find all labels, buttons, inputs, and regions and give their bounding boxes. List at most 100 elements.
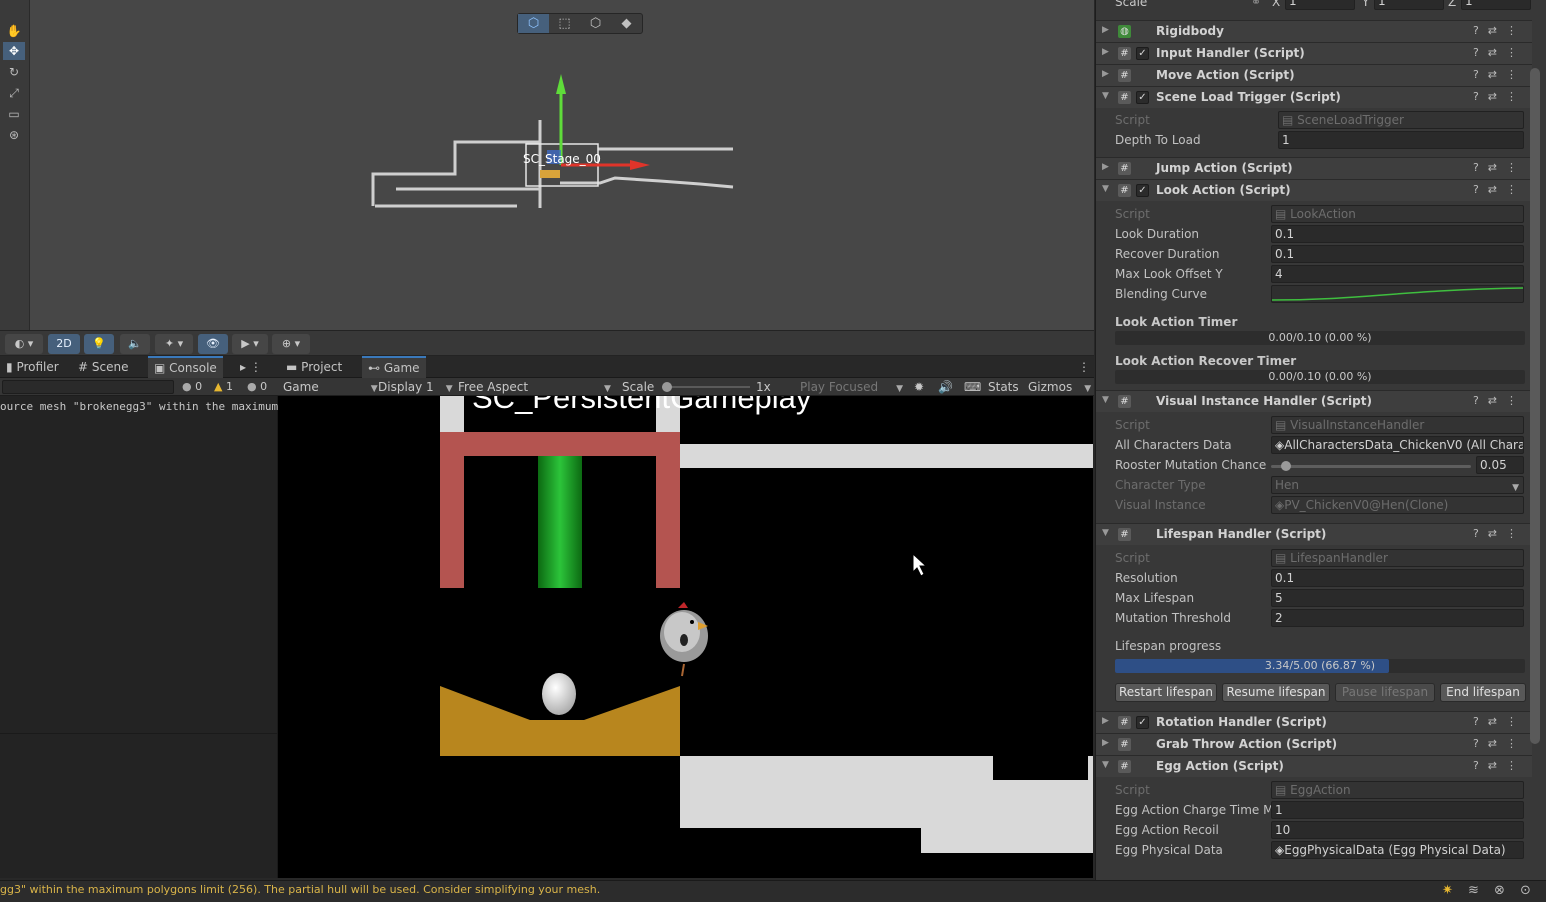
expand-arrow-icon[interactable]: ▶ xyxy=(1102,25,1109,35)
component-scene-load-trigger[interactable]: ▼ # ✓ Scene Load Trigger (Script) ?⇄⋮ xyxy=(1096,86,1532,108)
blending-curve-field[interactable] xyxy=(1271,285,1524,303)
tab-console[interactable]: ▣ Console xyxy=(148,356,223,378)
collapse-arrow-icon[interactable]: ▼ xyxy=(1102,184,1109,194)
collapse-arrow-icon[interactable]: ▼ xyxy=(1102,91,1109,101)
component-move-action[interactable]: ▶ # Move Action (Script) ?⇄⋮ xyxy=(1096,64,1532,86)
egg-script-field[interactable]: ▤ EggAction xyxy=(1271,781,1524,799)
lifespan-script-field[interactable]: ▤ LifespanHandler xyxy=(1271,549,1524,567)
component-actions-icon[interactable]: ?⇄⋮ xyxy=(1473,161,1526,174)
tab-overflow-icon[interactable]: ▸ ⋮ xyxy=(238,356,264,378)
move-tool-icon[interactable]: ✥ xyxy=(3,42,25,60)
component-actions-icon[interactable]: ?⇄⋮ xyxy=(1473,183,1526,196)
stats-button[interactable]: Stats xyxy=(988,378,1019,396)
scale-slider[interactable] xyxy=(662,382,750,392)
display-dropdown[interactable]: Display 1 ▼ xyxy=(378,378,453,396)
resume-lifespan-button[interactable]: Resume lifespan xyxy=(1222,683,1330,702)
mutation-threshold-field[interactable]: 2 xyxy=(1271,609,1524,627)
component-actions-icon[interactable]: ?⇄⋮ xyxy=(1473,90,1526,103)
component-grab-throw-action[interactable]: ▶ # Grab Throw Action (Script) ?⇄⋮ xyxy=(1096,733,1532,755)
rooster-mutation-field[interactable]: 0.05 xyxy=(1476,456,1524,474)
component-actions-icon[interactable]: ?⇄⋮ xyxy=(1473,24,1526,37)
component-look-action[interactable]: ▼ # ✓ Look Action (Script) ?⇄⋮ xyxy=(1096,179,1532,201)
chicken-character[interactable] xyxy=(660,602,708,677)
collapse-arrow-icon[interactable]: ▼ xyxy=(1102,395,1109,405)
component-input-handler[interactable]: ▶ # ✓ Input Handler (Script) ?⇄⋮ xyxy=(1096,42,1532,64)
all-characters-field[interactable]: ◈AllCharactersData_ChickenV0 (All Chara xyxy=(1271,436,1524,454)
console-divider[interactable] xyxy=(0,733,278,734)
settings-check-icon[interactable]: ⊙ xyxy=(1520,883,1531,898)
rect-tool-icon[interactable]: ▭ xyxy=(3,105,25,123)
game-view-dropdown[interactable]: Game ▼ xyxy=(283,378,378,396)
character-type-dropdown[interactable]: Hen ▼ xyxy=(1271,476,1524,494)
component-actions-icon[interactable]: ?⇄⋮ xyxy=(1473,527,1526,540)
game-canvas[interactable] xyxy=(278,396,1093,878)
box-mode-icon[interactable]: ⬡ xyxy=(580,14,611,33)
rect-mode-icon[interactable]: ⬚ xyxy=(549,14,580,33)
warning-count[interactable]: ▲ 1 xyxy=(214,379,233,395)
expand-arrow-icon[interactable]: ▶ xyxy=(1102,716,1109,726)
component-egg-action[interactable]: ▼ # Egg Action (Script) ?⇄⋮ xyxy=(1096,755,1532,777)
scene-view[interactable]: SC_Stage_00 ✋ ✥ ↻ ⤢ ▭ ⊛ ⬡ ⬚ ⬡ ◆ xyxy=(0,0,1094,330)
expand-arrow-icon[interactable]: ▶ xyxy=(1102,47,1109,57)
mute-audio-icon[interactable]: 🔊 xyxy=(938,378,953,396)
lighting-icon[interactable]: 💡 xyxy=(84,334,114,354)
depth-to-load-field[interactable]: 1 xyxy=(1278,131,1524,149)
expand-arrow-icon[interactable]: ▶ xyxy=(1102,162,1109,172)
look-script-field[interactable]: ▤ LookAction xyxy=(1271,205,1524,223)
resolution-field[interactable]: 0.1 xyxy=(1271,569,1524,587)
rotate-tool-icon[interactable]: ↻ xyxy=(3,63,25,81)
scale-y-field[interactable]: 1 xyxy=(1374,0,1444,10)
camera-icon[interactable]: ▶ ▾ xyxy=(232,334,268,354)
hidden-objects-icon[interactable]: 👁 xyxy=(198,334,228,354)
scene-canvas[interactable]: SC_Stage_00 xyxy=(0,0,1094,330)
shading-mode-icon[interactable]: ◐ ▾ xyxy=(5,334,43,354)
egg-physical-data-field[interactable]: ◈EggPhysicalData (Egg Physical Data) xyxy=(1271,841,1524,859)
game-menu-icon[interactable]: ⋮ xyxy=(1072,356,1096,378)
component-rotation-handler[interactable]: ▶ # ✓ Rotation Handler (Script) ?⇄⋮ xyxy=(1096,711,1532,733)
look-duration-field[interactable]: 0.1 xyxy=(1271,225,1524,243)
tab-project[interactable]: ▬ Project xyxy=(280,356,348,378)
scale-tool-icon[interactable]: ⤢ xyxy=(3,84,25,102)
component-rigidbody[interactable]: ▶ ◍ Rigidbody ?⇄⋮ xyxy=(1096,20,1532,42)
end-lifespan-button[interactable]: End lifespan xyxy=(1440,683,1526,702)
enabled-checkbox[interactable]: ✓ xyxy=(1136,47,1149,60)
collapse-arrow-icon[interactable]: ▼ xyxy=(1102,760,1109,770)
gizmos-globe-icon[interactable]: ⊕ ▾ xyxy=(272,334,310,354)
max-look-offset-field[interactable]: 4 xyxy=(1271,265,1524,283)
transform-gizmo[interactable] xyxy=(525,74,650,187)
component-lifespan-handler[interactable]: ▼ # Lifespan Handler (Script) ?⇄⋮ xyxy=(1096,523,1532,545)
console-search-input[interactable] xyxy=(2,380,174,394)
component-actions-icon[interactable]: ?⇄⋮ xyxy=(1473,715,1526,728)
tab-profiler[interactable]: ▮ Profiler xyxy=(0,356,65,378)
tab-game[interactable]: ⊷ Game xyxy=(362,356,426,378)
hand-tool-icon[interactable]: ✋ xyxy=(3,22,25,40)
restart-lifespan-button[interactable]: Restart lifespan xyxy=(1115,683,1217,702)
play-mode-dropdown[interactable]: Play Focused ▼ xyxy=(800,378,903,396)
recover-duration-field[interactable]: 0.1 xyxy=(1271,245,1524,263)
console-entry[interactable]: ource mesh "brokenegg3" within the maxim… xyxy=(0,400,278,413)
info-count[interactable]: ● 0 xyxy=(182,379,202,395)
effects-icon[interactable]: ✦ ▾ xyxy=(155,334,193,354)
enabled-checkbox[interactable]: ✓ xyxy=(1136,184,1149,197)
scale-x-field[interactable]: 1 xyxy=(1285,0,1355,10)
bulb-icon[interactable]: ✷ xyxy=(1442,883,1453,898)
slider-handle[interactable] xyxy=(1280,461,1291,471)
egg-charge-time-field[interactable]: 1 xyxy=(1271,801,1524,819)
component-actions-icon[interactable]: ?⇄⋮ xyxy=(1473,68,1526,81)
expand-arrow-icon[interactable]: ▶ xyxy=(1102,69,1109,79)
scale-z-field[interactable]: 1 xyxy=(1461,0,1531,10)
aspect-dropdown[interactable]: Free Aspect ▼ xyxy=(458,378,611,396)
debug-icon[interactable]: ⊗ xyxy=(1494,883,1505,898)
audio-icon[interactable]: 🔈 xyxy=(120,334,150,354)
collapse-arrow-icon[interactable]: ▼ xyxy=(1102,528,1109,538)
inspector-scrollbar[interactable] xyxy=(1530,68,1540,744)
visual-script-field[interactable]: ▤ VisualInstanceHandler xyxy=(1271,416,1524,434)
component-actions-icon[interactable]: ?⇄⋮ xyxy=(1473,394,1526,407)
shaded-box-mode-icon[interactable]: ◆ xyxy=(611,14,642,33)
component-jump-action[interactable]: ▶ # Jump Action (Script) ?⇄⋮ xyxy=(1096,157,1532,179)
egg-recoil-field[interactable]: 10 xyxy=(1271,821,1524,839)
expand-arrow-icon[interactable]: ▶ xyxy=(1102,738,1109,748)
scene-load-script-field[interactable]: ▤ SceneLoadTrigger xyxy=(1278,111,1524,129)
pause-lifespan-button[interactable]: Pause lifespan xyxy=(1335,683,1435,702)
tab-scene[interactable]: # Scene xyxy=(72,356,134,378)
